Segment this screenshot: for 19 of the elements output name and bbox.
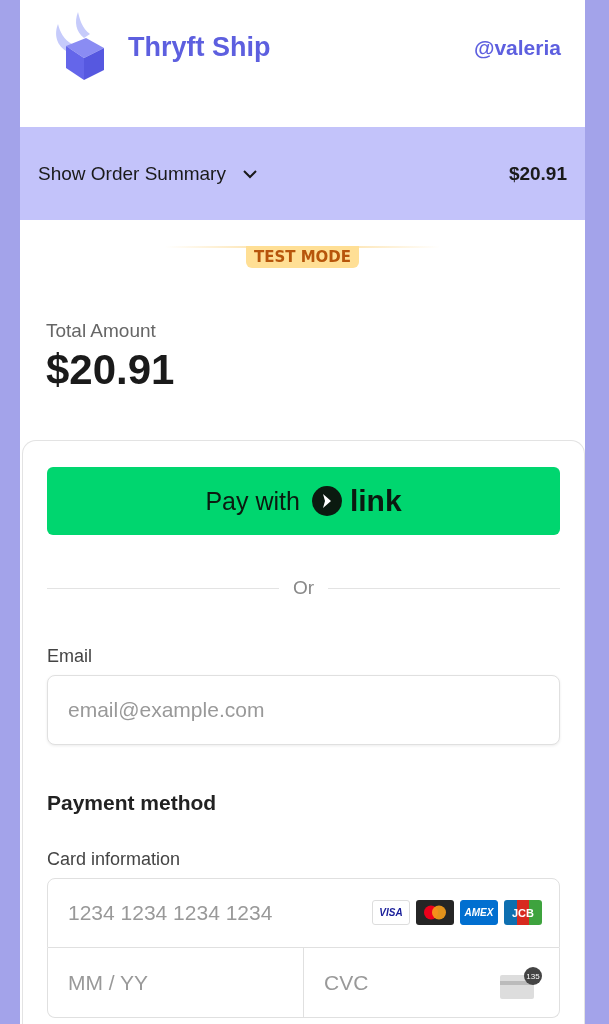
email-label: Email: [47, 646, 93, 667]
card-information-label: Card information: [47, 849, 182, 870]
order-summary-toggle[interactable]: Show Order Summary: [38, 162, 226, 185]
mastercard-logo: [416, 900, 454, 925]
email-field[interactable]: email@example.com: [47, 675, 560, 745]
amex-logo: AMEX: [460, 900, 498, 925]
arrow-circle-icon: [311, 486, 342, 516]
total-label: Total Amount: [46, 320, 157, 342]
total-amount: $20.91: [46, 346, 176, 394]
or-divider-text: Or: [292, 577, 315, 599]
order-summary-bar[interactable]: Show Order Summary $20.91: [20, 127, 585, 220]
username: @valeria: [473, 36, 561, 60]
pay-with-link-button[interactable]: Pay with link: [47, 467, 560, 535]
brand-name: Thryft Ship: [128, 32, 271, 63]
payment-method-heading: Payment method: [47, 791, 218, 815]
order-amount: $20.91: [508, 162, 567, 185]
visa-logo: VISA: [372, 900, 410, 925]
test-mode-badge: TEST MODE: [245, 246, 360, 268]
expiry-field[interactable]: MM / YY: [47, 948, 304, 1018]
